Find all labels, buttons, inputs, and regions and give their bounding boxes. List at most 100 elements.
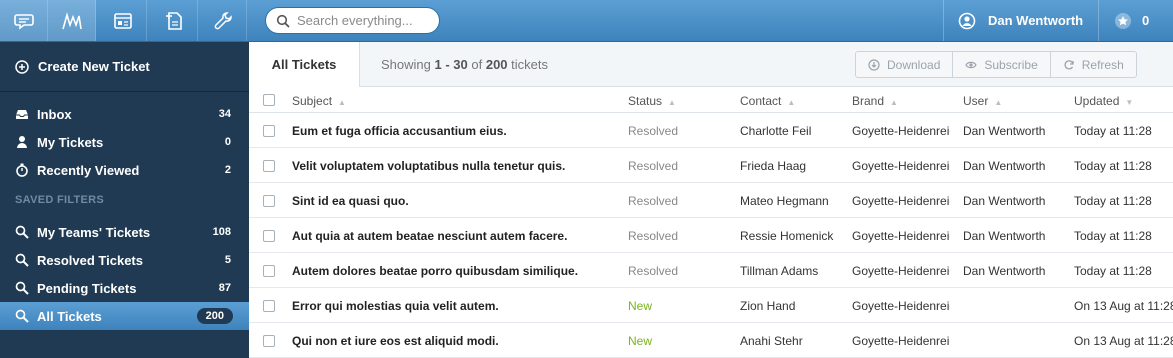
row-checkbox[interactable] [263,125,275,137]
contact-cell: Zion Hand [740,299,796,313]
row-checkbox[interactable] [263,195,275,207]
table-row[interactable]: Eum et fuga officia accusantium eius. Res… [249,113,1173,148]
column-header-brand[interactable]: Brand ▲ [852,94,898,108]
sidebar-item-resolved-tickets[interactable]: Resolved Tickets 5 [0,246,249,274]
table-row[interactable]: Velit voluptatem voluptatibus nulla tene… [249,148,1173,183]
create-ticket-button[interactable]: Create New Ticket [0,42,249,92]
subscribe-label: Subscribe [984,57,1038,72]
user-icon [958,12,976,29]
column-header-label: Contact [740,94,782,108]
sidebar-item-all-tickets[interactable]: All Tickets 200 [0,302,249,330]
table-row[interactable]: Autem dolores beatae porro quibusdam sim… [249,253,1173,288]
create-ticket-label: Create New Ticket [38,59,150,74]
subject-cell[interactable]: Velit voluptatem voluptatibus nulla tene… [292,159,608,173]
status-cell: Resolved [628,194,679,208]
table-row[interactable]: Sint id ea quasi quo. Resolved Mateo Hegma… [249,183,1173,218]
starred-button[interactable]: 0 [1100,0,1173,41]
column-header-subject[interactable]: Subject ▲ [292,94,346,108]
refresh-button[interactable]: Refresh [1051,52,1136,77]
action-button-group: Download Subscribe Refresh [855,51,1137,78]
sidebar-item-my-tickets[interactable]: My Tickets 0 [0,128,249,156]
brand-cell: Goyette-Heidenreich [852,299,950,313]
contact-cell: Anahi Stehr [740,334,803,348]
updated-cell: On 13 Aug at 11:28 [1074,299,1173,313]
subject-cell[interactable]: Error qui molestias quia velit autem. [292,299,608,313]
brand-cell: Goyette-Heidenreich [852,334,950,348]
user-menu[interactable]: Dan Wentworth [943,0,1099,41]
user-cell: Dan Wentworth [963,229,1046,243]
status-cell: Resolved [628,264,679,278]
user-name: Dan Wentworth [988,13,1084,28]
user-cell: Dan Wentworth [963,124,1046,138]
subject-cell[interactable]: Sint id ea quasi quo. [292,194,608,208]
sidebar-item-recently-viewed[interactable]: Recently Viewed 2 [0,156,249,184]
sidebar-item-my-teams-tickets[interactable]: My Teams' Tickets 108 [0,218,249,246]
subject-cell[interactable]: Autem dolores beatae porro quibusdam sim… [292,264,608,278]
search-input[interactable] [297,13,427,28]
contact-cell: Tillman Adams [740,264,819,278]
sort-arrow-icon: ▲ [994,98,1003,107]
sidebar-item-label: Recently Viewed [37,162,140,178]
contact-cell: Charlotte Feil [740,124,812,138]
main-content: All Tickets Showing 1 - 30 of 200 ticket… [249,42,1173,358]
chat-icon[interactable] [0,0,48,41]
sort-arrow-icon: ▲ [668,98,676,107]
sidebar-item-count: 0 [224,136,231,148]
new-document-icon[interactable] [150,0,198,41]
download-button[interactable]: Download [856,52,954,77]
sort-arrow-icon: ▲ [890,98,898,107]
contact-cell: Mateo Hegmann [740,194,829,208]
column-header-label: Status [628,94,663,108]
tab-all-tickets[interactable]: All Tickets [249,42,360,87]
table-row[interactable]: Aut quia at autem beatae nesciunt autem … [249,218,1173,253]
sidebar-item-label: Resolved Tickets [37,252,143,268]
refresh-icon [1064,59,1074,69]
row-checkbox[interactable] [263,230,275,242]
status-cell: New [628,299,653,313]
timer-icon [16,163,28,177]
select-all-checkbox[interactable] [263,94,275,106]
download-label: Download [887,57,941,72]
search-box[interactable] [265,7,440,34]
subscribe-button[interactable]: Subscribe [953,52,1051,77]
sidebar-item-label: Inbox [37,106,72,122]
brand-cell: Goyette-Heidenreich [852,229,950,243]
updated-cell: Today at 11:28 [1074,124,1152,138]
pagination-summary: Showing 1 - 30 of 200 tickets [381,57,548,72]
table-row[interactable]: Error qui molestias quia velit autem. New… [249,288,1173,323]
wrench-icon[interactable] [199,0,247,41]
column-header-updated[interactable]: Updated ▼ [1074,94,1133,108]
column-header-label: Brand [852,94,885,108]
row-checkbox[interactable] [263,265,275,277]
sidebar-item-count: 200 [196,308,233,324]
column-header-user[interactable]: User ▲ [963,94,1002,108]
row-checkbox[interactable] [263,335,275,347]
table-row[interactable]: Qui non et iure eos est aliquid modi. New… [249,323,1173,358]
showing-of: of [471,57,483,72]
brand-cell: Goyette-Heidenreich [852,159,950,173]
search-icon [15,253,29,267]
row-checkbox[interactable] [263,300,275,312]
brand-cell: Goyette-Heidenreich [852,194,950,208]
reports-icon[interactable] [48,0,96,41]
status-cell: New [628,334,653,348]
showing-suffix: tickets [511,57,549,72]
updated-cell: Today at 11:28 [1074,229,1152,243]
subject-cell[interactable]: Eum et fuga officia accusantium eius. [292,124,608,138]
sidebar-item-inbox[interactable]: Inbox 34 [0,100,249,128]
subject-cell[interactable]: Qui non et iure eos est aliquid modi. [292,334,608,348]
sidebar-item-label: My Teams' Tickets [37,224,151,240]
contacts-icon[interactable] [99,0,147,41]
column-header-contact[interactable]: Contact ▲ [740,94,795,108]
top-bar: Dan Wentworth 0 [0,0,1173,42]
brand-cell: Goyette-Heidenreich [852,264,950,278]
subject-cell[interactable]: Aut quia at autem beatae nesciunt autem … [292,229,608,243]
star-icon [1115,12,1131,29]
contact-cell: Frieda Haag [740,159,807,173]
sidebar-item-count: 34 [218,108,231,120]
row-checkbox[interactable] [263,160,275,172]
column-header-status[interactable]: Status ▲ [628,94,676,108]
sidebar-item-pending-tickets[interactable]: Pending Tickets 87 [0,274,249,302]
table-header: Subject ▲ Status ▲ Contact ▲ Brand ▲ User ▲ U… [249,87,1173,113]
ticket-toolbar: All Tickets Showing 1 - 30 of 200 ticket… [249,42,1173,87]
